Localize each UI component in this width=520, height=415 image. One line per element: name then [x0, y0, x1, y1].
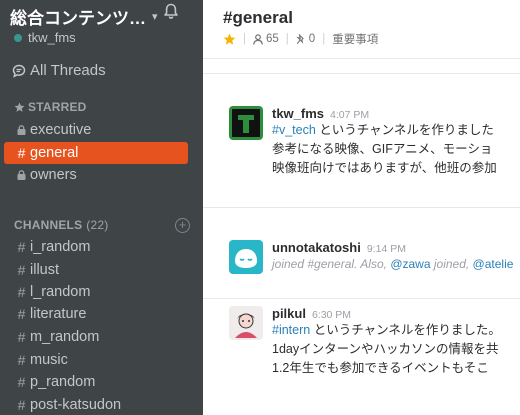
channel-link[interactable]: #intern [272, 323, 310, 337]
message-author[interactable]: pilkul [272, 306, 306, 321]
sidebar-item-label[interactable]: l_random [30, 284, 90, 300]
sidebar-item-label[interactable]: i_random [30, 239, 90, 255]
message-text-line: #v_tech というチャンネルを作りました [272, 121, 520, 140]
channel-purpose: 重要事項 [332, 34, 379, 46]
meta-separator: | [285, 33, 289, 45]
channels-title-label: CHANNELS [14, 218, 83, 232]
message-pane: #general | 65 | 0 | 重要事項 tkw_fms 4:07 PM… [203, 0, 520, 415]
channels-section-title[interactable]: CHANNELS (22) [14, 218, 108, 232]
message-text-line: 1dayインターンやハッカソンの情報を共 [272, 342, 499, 356]
user-name: tkw_fms [28, 30, 76, 45]
join-text: joined, [430, 257, 473, 271]
message-divider [203, 207, 520, 208]
sidebar-item-p_random[interactable]: # p_random [0, 371, 203, 393]
all-threads-link[interactable]: All Threads [12, 62, 106, 79]
meta-separator: | [322, 33, 326, 45]
hash-icon: # [17, 284, 26, 300]
avatar[interactable] [229, 240, 263, 274]
sidebar-item-owners[interactable]: owners [0, 164, 203, 186]
sidebar-item-post-katsudon[interactable]: # post-katsudon [0, 394, 203, 415]
all-threads-label[interactable]: All Threads [30, 62, 106, 79]
threads-icon [12, 64, 26, 78]
sidebar-item-executive[interactable]: executive [0, 119, 203, 141]
hash-icon: # [17, 306, 26, 322]
message-text-line: #intern というチャンネルを作りました。 [272, 321, 520, 340]
sidebar-item-music[interactable]: # music [0, 349, 203, 371]
hash-icon: # [17, 352, 26, 368]
sidebar-item-general[interactable]: # general [4, 142, 188, 164]
user-mention[interactable]: @zawa [390, 257, 430, 271]
message-body: tkw_fms 4:07 PM #v_tech というチャンネルを作りました 参… [272, 106, 520, 178]
current-user[interactable]: tkw_fms [14, 30, 76, 45]
channels-count: (22) [86, 218, 109, 232]
avatar[interactable] [229, 306, 263, 340]
hash-icon: # [17, 397, 26, 413]
sidebar-item-label[interactable]: executive [30, 122, 91, 138]
message-timestamp[interactable]: 9:14 PM [367, 243, 406, 255]
message-text: というチャンネルを作りました [315, 123, 494, 137]
starred-title-label: STARRED [28, 100, 87, 114]
channel-meta: | 65 | 0 | 重要事項 [223, 31, 378, 47]
sidebar-item-i_random[interactable]: # i_random [0, 236, 203, 258]
hash-icon: # [17, 145, 26, 161]
member-icon[interactable] [253, 33, 263, 45]
join-text: joined #general. Also, [272, 257, 391, 271]
lock-icon [16, 125, 27, 135]
pin-count[interactable]: 0 [309, 33, 315, 45]
presence-active-icon [14, 33, 22, 42]
sidebar-item-illust[interactable]: # illust [0, 259, 203, 281]
message-text: というチャンネルを作りました。 [310, 323, 501, 337]
sidebar-item-l_random[interactable]: # l_random [0, 281, 203, 303]
message-author[interactable]: unnotakatoshi [272, 240, 361, 255]
sidebar-item-label[interactable]: literature [30, 306, 86, 322]
meta-separator: | [243, 33, 246, 45]
sidebar-item-label[interactable]: owners [30, 167, 77, 183]
message-timestamp[interactable]: 6:30 PM [312, 309, 351, 321]
chevron-down-icon[interactable]: ▾ [152, 10, 158, 23]
user-mention[interactable]: @atelie [473, 257, 514, 271]
hash-icon: # [17, 329, 26, 345]
star-icon[interactable] [223, 33, 236, 46]
add-channel-icon[interactable]: + [175, 218, 190, 233]
message-text-line: 映像班向けではありますが、他班の参加 [272, 161, 497, 175]
avatar[interactable] [229, 106, 263, 140]
message-text-line: 1.2年生でも参加できるイベントもそこ [272, 361, 489, 375]
sidebar-item-label[interactable]: m_random [30, 329, 99, 345]
bell-icon[interactable] [162, 2, 180, 20]
sidebar-item-label[interactable]: illust [30, 262, 59, 278]
message-author[interactable]: tkw_fms [272, 106, 324, 121]
message-body: unnotakatoshi 9:14 PM joined #general. A… [272, 240, 520, 274]
sidebar-item-literature[interactable]: # literature [0, 303, 203, 325]
channel-link[interactable]: #v_tech [272, 123, 316, 137]
join-notice: joined #general. Also, @zawa joined, @at… [272, 255, 520, 274]
message-text-line: 参考になる映像、GIFアニメ、モーショ [272, 142, 493, 156]
header-divider [203, 58, 520, 59]
channel-title[interactable]: #general [223, 8, 293, 28]
hash-icon: # [17, 374, 26, 390]
lock-icon [16, 170, 27, 180]
pin-icon[interactable] [296, 33, 306, 45]
sidebar-item-m_random[interactable]: # m_random [0, 326, 203, 348]
starred-section-title[interactable]: STARRED [14, 100, 87, 114]
message-timestamp[interactable]: 4:07 PM [330, 109, 369, 121]
sidebar-item-label[interactable]: p_random [30, 374, 95, 390]
hash-icon: # [17, 239, 26, 255]
message-divider [203, 298, 520, 299]
hash-icon: # [17, 262, 26, 278]
sidebar-item-label[interactable]: general [30, 145, 78, 161]
team-name[interactable]: 総合コンテンツ… [10, 4, 146, 29]
member-count[interactable]: 65 [266, 33, 279, 45]
star-icon [14, 102, 25, 112]
message-divider [203, 73, 520, 74]
message-body: pilkul 6:30 PM #intern というチャンネルを作りました。 1… [272, 306, 520, 378]
sidebar: 総合コンテンツ… ▾ tkw_fms All Threads STARRED e… [0, 0, 203, 415]
sidebar-item-label[interactable]: music [30, 352, 68, 368]
sidebar-item-label[interactable]: post-katsudon [30, 397, 121, 413]
